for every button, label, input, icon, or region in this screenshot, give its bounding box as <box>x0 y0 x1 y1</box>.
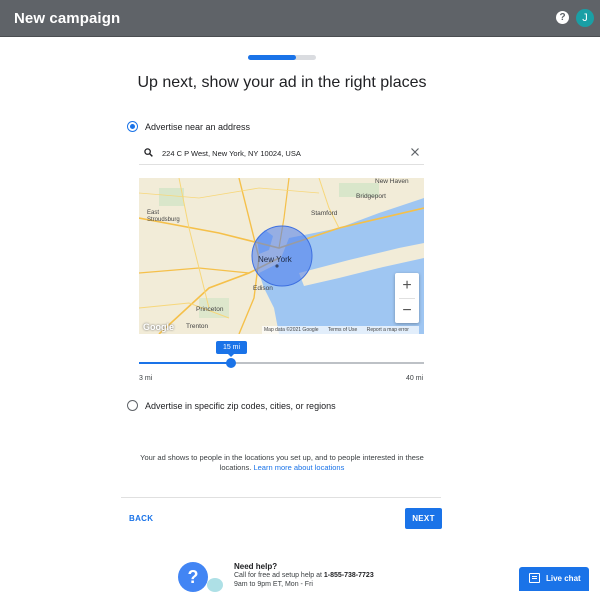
terms-link[interactable]: Terms of Use <box>328 327 357 333</box>
divider <box>121 497 441 498</box>
close-icon[interactable] <box>410 147 420 157</box>
live-chat-button[interactable]: Live chat <box>519 567 589 591</box>
location-map[interactable]: New York East Stroudsburg Stamford Bridg… <box>139 178 424 334</box>
map-label-bridgeport: Bridgeport <box>356 193 386 200</box>
progress-fill <box>248 55 296 60</box>
page-title: New campaign <box>14 10 121 27</box>
address-value[interactable]: 224 C P West, New York, NY 10024, USA <box>162 149 301 158</box>
map-data-credit: Map data ©2021 Google <box>264 327 319 333</box>
location-info-text: Your ad shows to people in the locations… <box>138 453 426 473</box>
radio-zip-codes-label[interactable]: Advertise in specific zip codes, cities,… <box>145 401 336 411</box>
step-heading: Up next, show your ad in the right place… <box>137 74 427 91</box>
live-chat-label: Live chat <box>546 574 581 583</box>
slider-fill <box>139 362 232 364</box>
map-footer: Map data ©2021 Google Terms of Use Repor… <box>262 326 419 335</box>
call-help-line: Call for free ad setup help at 1-855-738… <box>234 572 374 579</box>
radio-address[interactable] <box>127 121 138 132</box>
map-label-east-stroudsburg: East Stroudsburg <box>147 210 180 223</box>
map-label-edison: Edison <box>253 285 273 292</box>
google-logo: Google <box>143 322 174 332</box>
progress-bar <box>248 55 316 60</box>
zoom-out-button[interactable]: − <box>395 298 419 323</box>
zoom-in-button[interactable]: + <box>395 273 419 298</box>
help-icon[interactable]: ? <box>556 11 569 24</box>
map-label-princeton: Princeton <box>196 306 224 313</box>
map-label-stamford: Stamford <box>311 210 338 217</box>
slider-max-label: 40 mi <box>406 375 424 382</box>
need-help-title: Need help? <box>234 562 278 571</box>
search-icon <box>144 148 153 157</box>
phone-number[interactable]: 1-855-738-7723 <box>324 572 374 579</box>
slider-value-bubble: 15 mi <box>216 341 247 357</box>
slider-thumb[interactable] <box>226 358 237 368</box>
report-error-link[interactable]: Report a map error <box>367 327 409 333</box>
map-label-trenton: Trenton <box>186 323 209 330</box>
help-illustration-icon: ? <box>178 562 208 592</box>
top-bar: New campaign ? J <box>0 0 600 37</box>
help-hours: 9am to 9pm ET, Mon - Fri <box>234 581 313 588</box>
radius-slider[interactable] <box>139 362 424 364</box>
radio-zip-codes[interactable] <box>127 400 138 411</box>
learn-more-link[interactable]: Learn more about locations <box>253 463 344 472</box>
back-button[interactable]: BACK <box>129 514 153 523</box>
help-illustration-bubble <box>207 578 223 592</box>
map-label-new-haven: New Haven <box>375 178 409 185</box>
call-prefix: Call for free ad setup help at <box>234 572 324 579</box>
chat-icon <box>529 573 540 583</box>
next-button[interactable]: NEXT <box>405 508 442 529</box>
address-search-field[interactable]: 224 C P West, New York, NY 10024, USA <box>139 143 424 165</box>
map-label-center: New York <box>258 255 292 264</box>
zoom-control: + − <box>395 273 419 323</box>
slider-min-label: 3 mi <box>139 375 153 382</box>
radio-address-label[interactable]: Advertise near an address <box>145 122 250 132</box>
avatar[interactable]: J <box>576 9 594 27</box>
